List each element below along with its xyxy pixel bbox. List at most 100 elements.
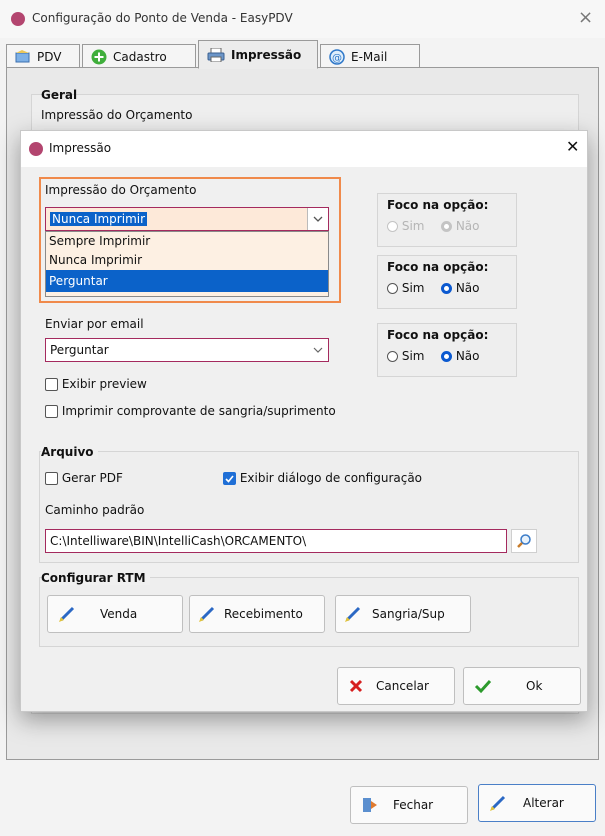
tab-email-label: E-Mail xyxy=(351,49,388,64)
radio-nao[interactable] xyxy=(441,283,452,294)
rtm-sangria-button[interactable]: Sangria/Sup xyxy=(335,595,471,633)
dialog-title: Impressão xyxy=(49,141,112,155)
fechar-label: Fechar xyxy=(393,798,434,812)
chevron-down-icon[interactable] xyxy=(308,339,328,361)
radio-nao-label: Não xyxy=(455,281,480,295)
tab-pdv[interactable]: PDV xyxy=(6,44,80,68)
rtm-venda-button[interactable]: Venda xyxy=(47,595,183,633)
alterar-button[interactable]: Alterar xyxy=(478,784,596,822)
radio-sim[interactable] xyxy=(387,221,398,232)
tab-email[interactable]: @ E-Mail xyxy=(320,44,420,68)
dropdown-option[interactable]: Sempre Imprimir xyxy=(46,232,328,251)
foco-group-2: Foco na opção: Sim Não xyxy=(377,255,517,309)
foco-heading: Foco na opção: xyxy=(387,198,489,212)
tab-cadastro[interactable]: Cadastro xyxy=(82,44,196,68)
email-icon: @ xyxy=(329,48,345,65)
exibir-dialogo-option[interactable]: Exibir diálogo de configuração xyxy=(223,471,422,485)
rtm-recebimento-label: Recebimento xyxy=(224,607,303,621)
svg-text:@: @ xyxy=(332,53,342,64)
dialog-app-icon xyxy=(29,142,43,156)
tab-impressao[interactable]: Impressão xyxy=(198,40,318,69)
foco-nao-option[interactable]: Não xyxy=(441,281,480,295)
foco-group-1: Foco na opção: Sim Não xyxy=(377,193,517,247)
gerar-pdf-option[interactable]: Gerar PDF xyxy=(45,471,123,485)
magnifier-icon xyxy=(517,534,531,548)
email-select[interactable]: Perguntar xyxy=(45,338,329,362)
tab-pdv-label: PDV xyxy=(37,49,62,64)
fechar-button[interactable]: Fechar xyxy=(350,786,468,824)
orcamento-dropdown-list: Sempre Imprimir Nunca Imprimir Perguntar xyxy=(45,231,329,297)
radio-sim-label: Sim xyxy=(401,219,425,233)
radio-sim[interactable] xyxy=(387,283,398,294)
tab-impressao-label: Impressão xyxy=(231,47,302,62)
checkmark-icon xyxy=(225,475,234,483)
pen-icon xyxy=(490,795,506,811)
window-close-button[interactable]: × xyxy=(578,7,593,28)
cancel-button[interactable]: Cancelar xyxy=(337,667,455,705)
main-titlebar: Configuração do Ponto de Venda - EasyPDV… xyxy=(0,0,605,38)
radio-sim-label: Sim xyxy=(401,349,425,363)
foco-sim-option[interactable]: Sim xyxy=(387,219,424,233)
tab-cadastro-label: Cadastro xyxy=(113,49,167,64)
foco-nao-option[interactable]: Não xyxy=(441,219,480,233)
ok-button[interactable]: Ok xyxy=(463,667,581,705)
orcamento-selected-value: Nunca Imprimir xyxy=(50,212,148,226)
exibir-preview-label: Exibir preview xyxy=(61,377,147,391)
tab-strip: PDV Cadastro Impressão @ E-Mail xyxy=(0,38,605,69)
caminho-label: Caminho padrão xyxy=(45,503,145,517)
radio-nao[interactable] xyxy=(441,221,452,232)
browse-button[interactable] xyxy=(511,529,537,553)
orcamento-label: Impressão do Orçamento xyxy=(45,183,197,197)
radio-sim-label: Sim xyxy=(401,281,425,295)
dropdown-option-highlighted[interactable]: Perguntar xyxy=(46,270,328,292)
caminho-value: C:\Intelliware\BIN\IntelliCash\ORCAMENTO… xyxy=(50,534,307,548)
geral-label: Impressão do Orçamento xyxy=(41,108,193,122)
pen-icon xyxy=(345,606,361,622)
cancel-label: Cancelar xyxy=(376,679,429,693)
window-title: Configuração do Ponto de Venda - EasyPDV xyxy=(32,11,293,25)
chevron-down-icon[interactable] xyxy=(307,208,328,230)
dialog-close-button[interactable]: ✕ xyxy=(566,137,579,156)
gerar-pdf-label: Gerar PDF xyxy=(61,471,123,485)
radio-nao-label: Não xyxy=(455,349,480,363)
foco-sim-option[interactable]: Sim xyxy=(387,281,424,295)
foco-sim-option[interactable]: Sim xyxy=(387,349,424,363)
exibir-preview-option[interactable]: Exibir preview xyxy=(45,377,147,391)
foco-heading: Foco na opção: xyxy=(387,260,489,274)
email-selected-value: Perguntar xyxy=(50,343,109,357)
pdv-icon xyxy=(15,49,30,62)
add-icon xyxy=(91,49,107,64)
foco-group-3: Foco na opção: Sim Não xyxy=(377,323,517,377)
radio-nao[interactable] xyxy=(441,351,452,362)
exibir-dialogo-label: Exibir diálogo de configuração xyxy=(239,471,423,485)
impressao-dialog: Impressão ✕ Impressão do Orçamento Nunca… xyxy=(20,130,588,712)
pen-icon xyxy=(59,606,75,622)
orcamento-select[interactable]: Nunca Imprimir xyxy=(45,207,329,231)
rtm-sangria-label: Sangria/Sup xyxy=(372,607,445,621)
pen-icon xyxy=(199,606,215,622)
exibir-dialogo-checkbox[interactable] xyxy=(223,472,236,485)
ok-label: Ok xyxy=(526,679,543,693)
close-icon xyxy=(349,679,363,693)
email-label: Enviar por email xyxy=(45,317,144,331)
imprimir-comprovante-label: Imprimir comprovante de sangria/suprimen… xyxy=(61,404,336,418)
imprimir-comprovante-checkbox[interactable] xyxy=(45,405,58,418)
alterar-label: Alterar xyxy=(523,796,564,810)
printer-icon xyxy=(207,47,225,62)
radio-nao-label: Não xyxy=(455,219,480,233)
exit-door-icon xyxy=(363,798,377,812)
dropdown-option[interactable]: Nunca Imprimir xyxy=(46,251,328,270)
geral-heading: Geral xyxy=(41,88,78,102)
foco-nao-option[interactable]: Não xyxy=(441,349,480,363)
exibir-preview-checkbox[interactable] xyxy=(45,378,58,391)
rtm-heading: Configurar RTM xyxy=(41,571,150,585)
gerar-pdf-checkbox[interactable] xyxy=(45,472,58,485)
arquivo-heading: Arquivo xyxy=(41,445,98,459)
dialog-titlebar: Impressão ✕ xyxy=(21,131,587,167)
rtm-recebimento-button[interactable]: Recebimento xyxy=(189,595,325,633)
rtm-venda-label: Venda xyxy=(100,607,138,621)
radio-sim[interactable] xyxy=(387,351,398,362)
checkmark-icon xyxy=(474,679,492,694)
caminho-input[interactable]: C:\Intelliware\BIN\IntelliCash\ORCAMENTO… xyxy=(45,529,507,553)
imprimir-comprovante-option[interactable]: Imprimir comprovante de sangria/suprimen… xyxy=(45,404,336,418)
